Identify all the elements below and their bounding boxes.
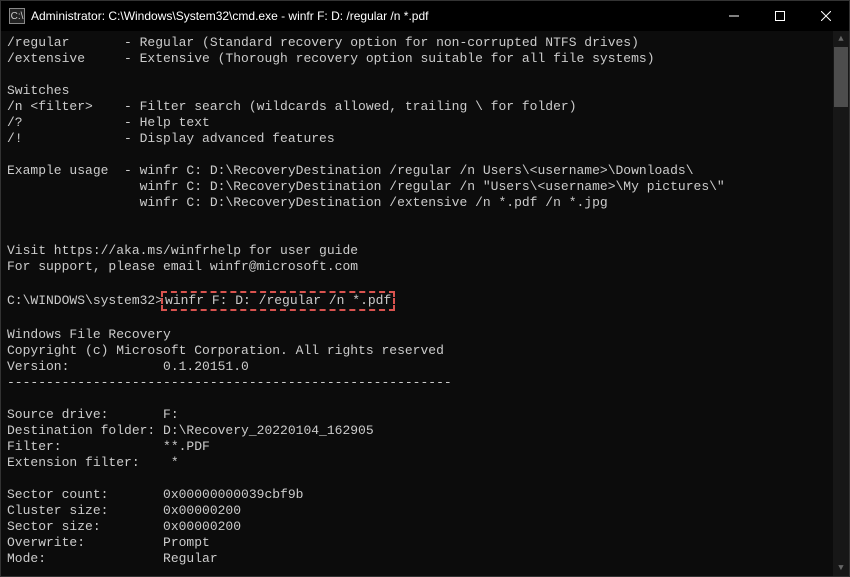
output-line: /! - Display advanced features xyxy=(7,131,335,146)
output-line: Mode: Regular xyxy=(7,551,218,566)
output-line: Visit https://aka.ms/winfrhelp for user … xyxy=(7,243,358,258)
output-line: Source drive: F: xyxy=(7,407,179,422)
output-line: /? - Help text xyxy=(7,115,210,130)
window-controls xyxy=(711,1,849,31)
output-line: Cluster size: 0x00000200 xyxy=(7,503,241,518)
titlebar-left: C:\ Administrator: C:\Windows\System32\c… xyxy=(9,8,428,24)
scroll-down-arrow-icon[interactable]: ▼ xyxy=(833,560,849,576)
prompt-line: C:\WINDOWS\system32>winfr F: D: /regular… xyxy=(7,293,395,308)
output-line: Copyright (c) Microsoft Corporation. All… xyxy=(7,343,444,358)
prompt-prefix: C:\WINDOWS\system32> xyxy=(7,293,163,308)
output-line: winfr C: D:\RecoveryDestination /extensi… xyxy=(7,195,608,210)
titlebar[interactable]: C:\ Administrator: C:\Windows\System32\c… xyxy=(1,1,849,31)
output-line: /regular - Regular (Standard recovery op… xyxy=(7,35,639,50)
output-line: Extension filter: * xyxy=(7,455,179,470)
vertical-scrollbar[interactable]: ▲ ▼ xyxy=(833,31,849,576)
output-line: Windows File Recovery xyxy=(7,327,171,342)
output-line: Sector size: 0x00000200 xyxy=(7,519,241,534)
output-line: winfr C: D:\RecoveryDestination /regular… xyxy=(7,179,725,194)
output-line: ----------------------------------------… xyxy=(7,375,452,390)
output-line: Destination folder: D:\Recovery_20220104… xyxy=(7,423,374,438)
output-line: For support, please email winfr@microsof… xyxy=(7,259,358,274)
terminal-output[interactable]: /regular - Regular (Standard recovery op… xyxy=(1,31,833,576)
output-line: Overwrite: Prompt xyxy=(7,535,210,550)
cmd-window: C:\ Administrator: C:\Windows\System32\c… xyxy=(0,0,850,577)
output-line: /extensive - Extensive (Thorough recover… xyxy=(7,51,655,66)
maximize-button[interactable] xyxy=(757,1,803,31)
scroll-thumb[interactable] xyxy=(834,47,848,107)
scroll-up-arrow-icon[interactable]: ▲ xyxy=(833,31,849,47)
scroll-track[interactable] xyxy=(833,47,849,560)
output-line: Sector count: 0x00000000039cbf9b xyxy=(7,487,303,502)
cmd-icon: C:\ xyxy=(9,8,25,24)
output-line: Switches xyxy=(7,83,69,98)
close-button[interactable] xyxy=(803,1,849,31)
output-line: Version: 0.1.20151.0 xyxy=(7,359,249,374)
output-line: /n <filter> - Filter search (wildcards a… xyxy=(7,99,577,114)
output-line: Example usage - winfr C: D:\RecoveryDest… xyxy=(7,163,694,178)
terminal-area: /regular - Regular (Standard recovery op… xyxy=(1,31,849,576)
output-line: Filter: **.PDF xyxy=(7,439,210,454)
highlighted-command: winfr F: D: /regular /n *.pdf xyxy=(161,291,395,311)
minimize-button[interactable] xyxy=(711,1,757,31)
window-title: Administrator: C:\Windows\System32\cmd.e… xyxy=(31,9,428,23)
